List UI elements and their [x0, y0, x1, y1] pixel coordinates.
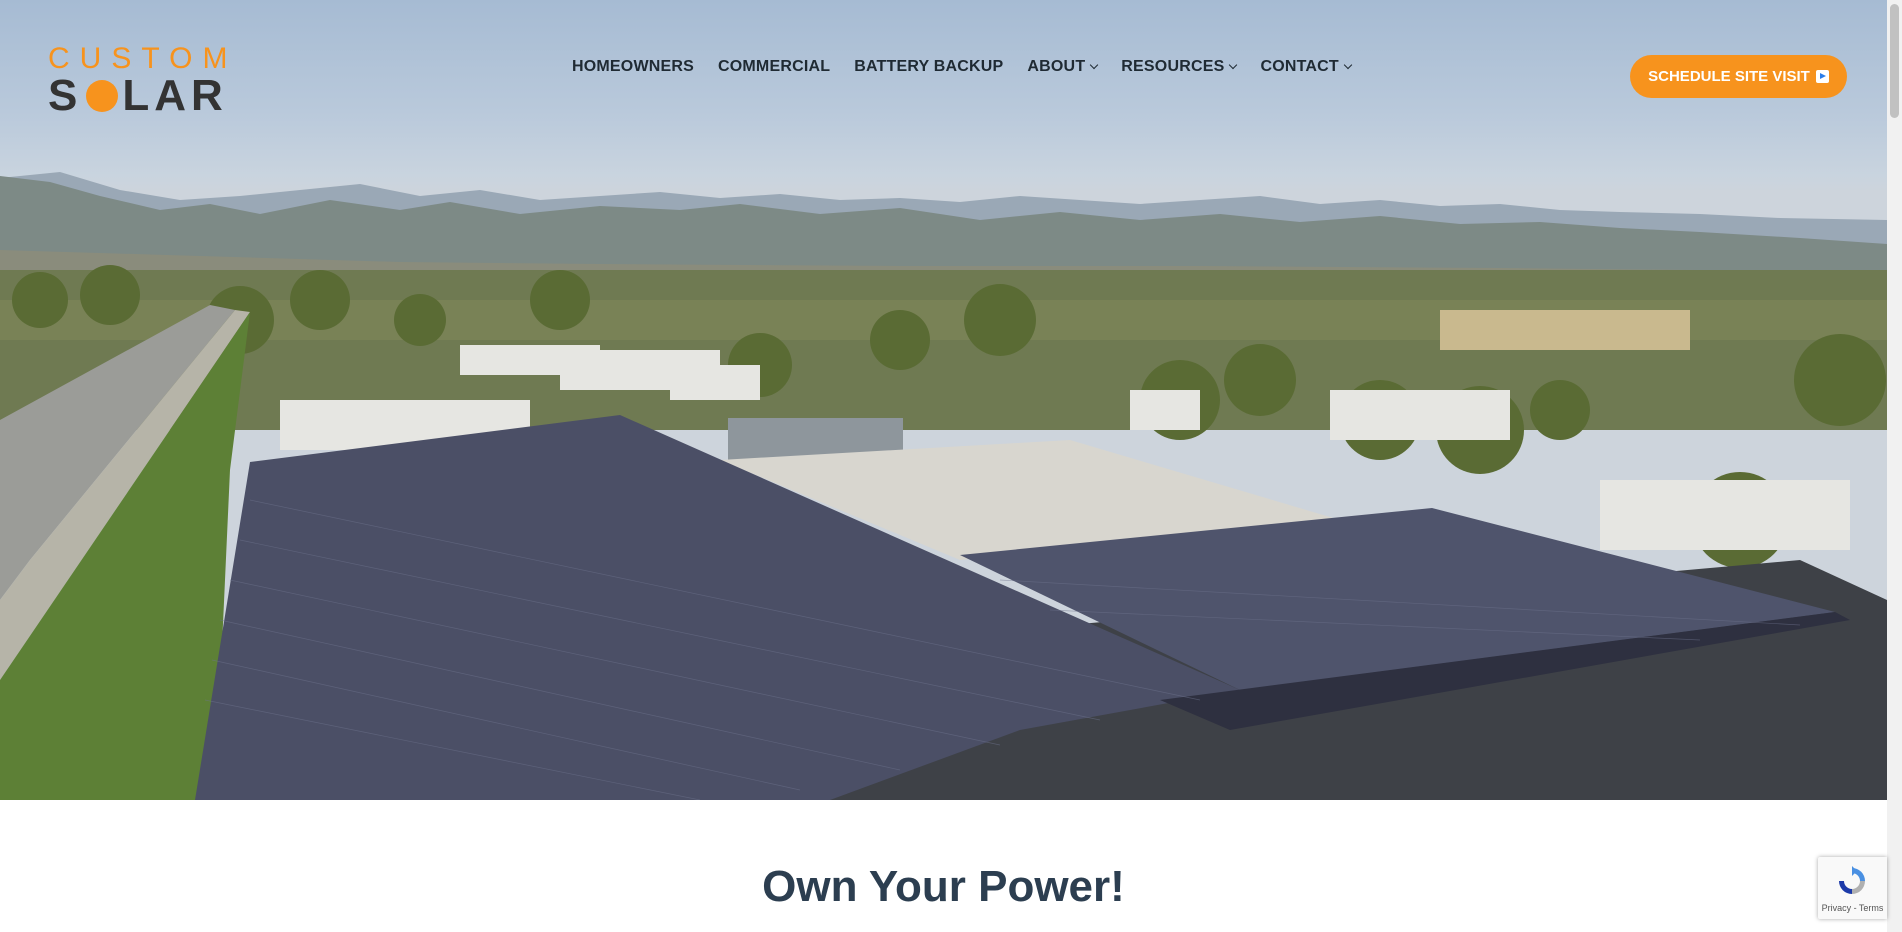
main-navigation: HOMEOWNERS COMMERCIAL BATTERY BACKUP ABO… [572, 58, 1375, 76]
hero-banner: CUSTOM S LAR HOMEOWNERS COMMERCIAL BATTE… [0, 0, 1887, 800]
play-icon [1815, 70, 1829, 83]
nav-label: CONTACT [1260, 58, 1339, 75]
logo-wordmark-bottom: S LAR [48, 74, 228, 118]
page-scrollbar[interactable] [1887, 0, 1902, 932]
logo-wordmark-top: CUSTOM [48, 42, 238, 75]
schedule-site-visit-button[interactable]: SCHEDULE SITE VISIT [1630, 55, 1847, 98]
recaptcha-icon [1839, 866, 1865, 894]
sun-icon [86, 80, 119, 112]
chevron-down-icon [1343, 60, 1353, 70]
scrollbar-thumb[interactable] [1890, 4, 1899, 118]
recaptcha-links[interactable]: Privacy - Terms [1818, 903, 1887, 913]
nav-item-commercial[interactable]: COMMERCIAL [718, 58, 830, 76]
chevron-down-icon [1090, 60, 1099, 70]
chevron-down-icon [1229, 60, 1238, 70]
nav-label: HOMEOWNERS [572, 58, 694, 75]
nav-label: COMMERCIAL [718, 58, 831, 75]
nav-label: ABOUT [1027, 58, 1086, 75]
page: CUSTOM S LAR HOMEOWNERS COMMERCIAL BATTE… [0, 0, 1887, 932]
nav-label: BATTERY BACKUP [854, 58, 1004, 75]
nav-label: RESOURCES [1121, 58, 1225, 75]
recaptcha-badge[interactable]: Privacy - Terms [1818, 857, 1887, 919]
nav-item-battery-backup[interactable]: BATTERY BACKUP [854, 58, 1003, 76]
nav-item-about[interactable]: ABOUT [1027, 58, 1099, 76]
logo-letters-lar: LAR [122, 71, 228, 120]
nav-item-homeowners[interactable]: HOMEOWNERS [572, 58, 694, 76]
page-headline: Own Your Power! [762, 862, 1125, 911]
nav-item-resources[interactable]: RESOURCES [1121, 58, 1238, 76]
nav-item-contact[interactable]: CONTACT [1260, 58, 1353, 76]
logo-letter-s: S [48, 71, 83, 120]
hero-image [0, 172, 1887, 800]
custom-solar-logo[interactable]: CUSTOM S LAR [48, 42, 238, 118]
cta-label: SCHEDULE SITE VISIT [1648, 68, 1810, 85]
